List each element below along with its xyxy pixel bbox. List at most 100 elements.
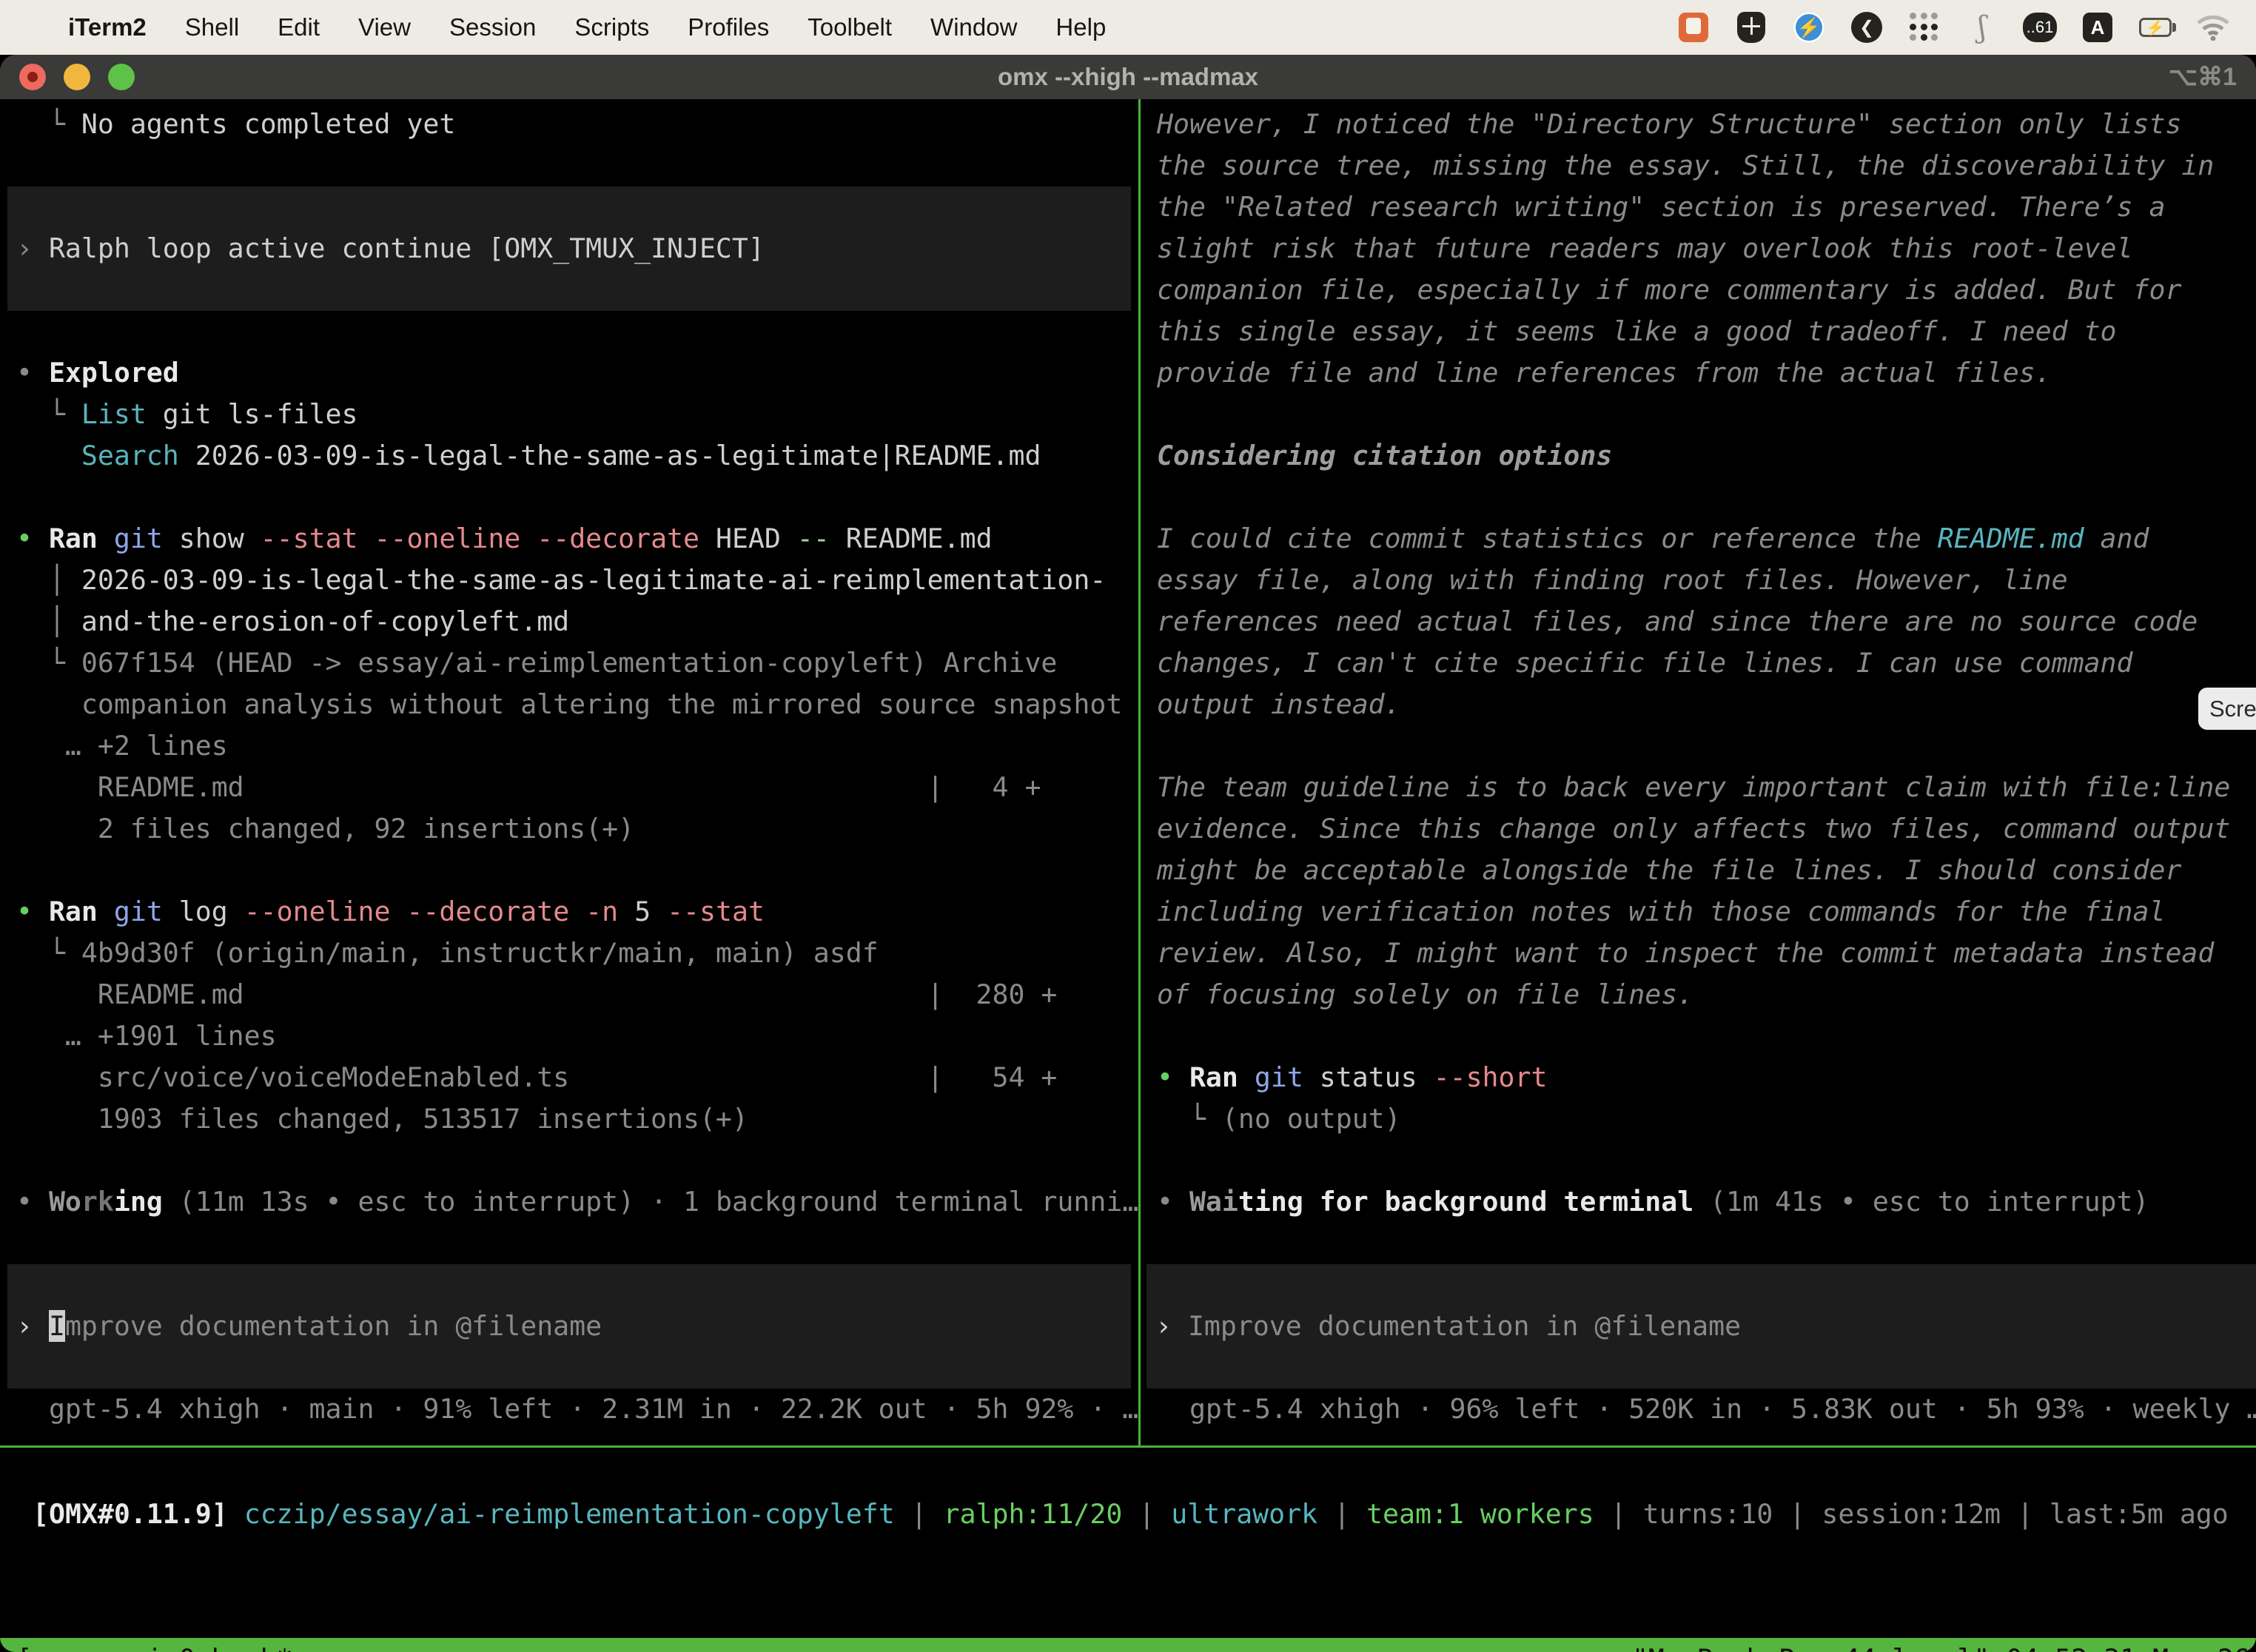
left-agent-pane[interactable]: └ No agents completed yet › Ralph loop a… — [0, 99, 1138, 1446]
text-segment: │ — [16, 605, 81, 637]
text-segment: Wo — [49, 1186, 81, 1218]
terminal-line: › Ralph loop active continue [OMX_TMUX_I… — [7, 228, 1131, 269]
text-segment: ing — [114, 1186, 163, 1218]
terminal-line: 1903 files changed, 513517 insertions(+) — [0, 1098, 1138, 1140]
text-segment: git — [114, 896, 163, 927]
pane-divider-horizontal — [0, 1446, 2256, 1448]
text-segment: the source tree, missing the essay. Stil… — [1157, 150, 2214, 181]
text-segment: | — [1317, 1498, 1366, 1530]
terminal-line: • Working (11m 13s • esc to interrupt) ·… — [0, 1181, 1138, 1223]
text-segment: Search — [81, 440, 179, 471]
terminal-line: • Waiting for background terminal (1m 41… — [1141, 1181, 2256, 1223]
terminal-line: └ 4b9d30f (origin/main, instructkr/main,… — [0, 933, 1138, 974]
text-segment: companion analysis without altering the … — [16, 688, 1122, 720]
terminal-line — [1147, 1347, 2256, 1389]
left-prompt-input[interactable]: › Improve documentation in @filename — [7, 1264, 1131, 1389]
text-segment: cczip/essay/ai-reimplementation-copyleft — [244, 1498, 895, 1530]
text-segment: log — [163, 896, 244, 927]
terminal-line — [0, 145, 1138, 187]
terminal-line — [0, 850, 1138, 891]
terminal-line — [1147, 1264, 2256, 1306]
text-segment: ultrawork — [1171, 1498, 1317, 1530]
terminal-line — [1141, 394, 2256, 435]
left-top-lines: └ No agents completed yet — [0, 104, 1138, 187]
battery-icon[interactable]: ⚡ — [2139, 18, 2172, 37]
terminal-line: provide file and line references from th… — [1141, 352, 2256, 394]
right-prompt-input[interactable]: › Improve documentation in @filename — [1147, 1264, 2256, 1389]
text-segment: 1903 files changed, 513517 insertions(+) — [16, 1103, 748, 1135]
menu-view[interactable]: View — [339, 13, 430, 41]
text-segment — [228, 1498, 244, 1530]
text-segment: slight risk that future readers may over… — [1157, 232, 2133, 264]
menu-profiles[interactable]: Profiles — [668, 13, 788, 41]
text-segment: Ran — [1189, 1061, 1238, 1093]
text-segment: 2026-03-09-is-legal-the-same-as-legitima… — [81, 564, 1106, 596]
terminal-line: the "Related research writing" section i… — [1141, 187, 2256, 228]
shield-grid-icon[interactable] — [1737, 12, 1765, 43]
terminal-line: • Ran git status --short — [1141, 1057, 2256, 1098]
text-segment: • — [1157, 1061, 1189, 1093]
text-segment: Explored — [49, 357, 179, 389]
text-segment: └ — [16, 108, 81, 140]
menu-shell[interactable]: Shell — [166, 13, 258, 41]
text-segment: and — [2084, 523, 2149, 554]
right-status-line: gpt-5.4 xhigh · 96% left · 520K in · 5.8… — [1141, 1389, 2256, 1430]
menu-scripts[interactable]: Scripts — [555, 13, 668, 41]
text-segment: No agents completed yet — [81, 108, 455, 140]
text-segment: I could cite commit statistics or refere… — [1157, 523, 1938, 554]
tmux-session-label[interactable]: [omx-cczip0:bash* — [0, 1638, 1632, 1652]
bolt-circle-icon[interactable]: ⚡ — [1793, 12, 1824, 43]
menu-toolbelt[interactable]: Toolbelt — [788, 13, 911, 41]
tmux-status-bar: [omx-cczip0:bash* "MacBook-Pro-44.local"… — [0, 1638, 2256, 1652]
badge-61-icon[interactable]: ..61 — [2023, 13, 2057, 42]
window-title: omx --xhigh --madmax — [0, 63, 2256, 91]
text-segment: └ (no output) — [1157, 1103, 1401, 1135]
menu-edit[interactable]: Edit — [258, 13, 339, 41]
text-segment: Wai — [1189, 1186, 1238, 1218]
terminal-line: The team guideline is to back every impo… — [1141, 767, 2256, 808]
text-segment: --stat --oneline --decorate — [261, 523, 699, 554]
terminal-line: src/voice/voiceModeEnabled.ts | 54 + — [0, 1057, 1138, 1098]
menu-window[interactable]: Window — [911, 13, 1036, 41]
text-segment: › — [16, 1310, 49, 1342]
wifi-icon[interactable] — [2197, 14, 2229, 41]
ralph-inject-box[interactable]: › Ralph loop active continue [OMX_TMUX_I… — [7, 187, 1131, 311]
left-transcript: • Explored └ List git ls-files Search 20… — [0, 311, 1138, 1264]
keyboard-layout-icon[interactable]: A — [2083, 13, 2112, 42]
terminal-line — [7, 269, 1131, 311]
omx-status-bar: [OMX#0.11.9] cczip/essay/ai-reimplementa… — [0, 1494, 2256, 1535]
text-segment: • — [16, 1186, 49, 1218]
terminal-line: Search 2026-03-09-is-legal-the-same-as-l… — [0, 435, 1138, 477]
text-segment: The team guideline is to back every impo… — [1157, 771, 2230, 803]
menu-session[interactable]: Session — [430, 13, 555, 41]
right-agent-pane[interactable]: However, I noticed the "Directory Struct… — [1141, 99, 2256, 1446]
text-segment: • — [16, 523, 49, 554]
text-segment: -- — [797, 523, 830, 554]
kaleidoscope-icon[interactable]: ❮ — [1851, 12, 1882, 43]
terminal-line — [1141, 1223, 2256, 1264]
text-segment: ting for background terminal — [1238, 1186, 1693, 1218]
text-segment: Considering citation options — [1157, 440, 1612, 471]
screen-share-overlay-button[interactable]: Scre — [2198, 688, 2256, 730]
terminal-line — [7, 187, 1131, 228]
terminal-line: 2 files changed, 92 insertions(+) — [0, 808, 1138, 850]
terminal-line: companion file, especially if more comme… — [1141, 269, 2256, 311]
terminal-line — [1141, 1140, 2256, 1181]
terminal-line: │ 2026-03-09-is-legal-the-same-as-legiti… — [0, 560, 1138, 601]
terminal-line: of focusing solely on file lines. — [1141, 974, 2256, 1015]
terminal-line: README.md | 4 + — [0, 767, 1138, 808]
hook-icon[interactable]: ʃ — [1978, 10, 1987, 44]
text-segment — [16, 440, 81, 471]
text-segment: rk — [81, 1186, 114, 1218]
menu-help[interactable]: Help — [1036, 13, 1125, 41]
text-segment: I — [49, 1310, 65, 1342]
text-segment: [OMX#0.11.9] — [33, 1498, 228, 1530]
dots-grid-icon[interactable] — [1910, 13, 1939, 42]
text-segment: --short — [1434, 1061, 1548, 1093]
screen-recording-icon[interactable] — [1679, 13, 1708, 42]
menu-app-name[interactable]: iTerm2 — [49, 13, 166, 41]
text-segment: 2 files changed, 92 insertions(+) — [16, 813, 634, 845]
terminal-line: references need actual files, and since … — [1141, 601, 2256, 642]
text-segment: evidence. Since this change only affects… — [1157, 813, 2230, 845]
text-segment: HEAD — [699, 523, 797, 554]
